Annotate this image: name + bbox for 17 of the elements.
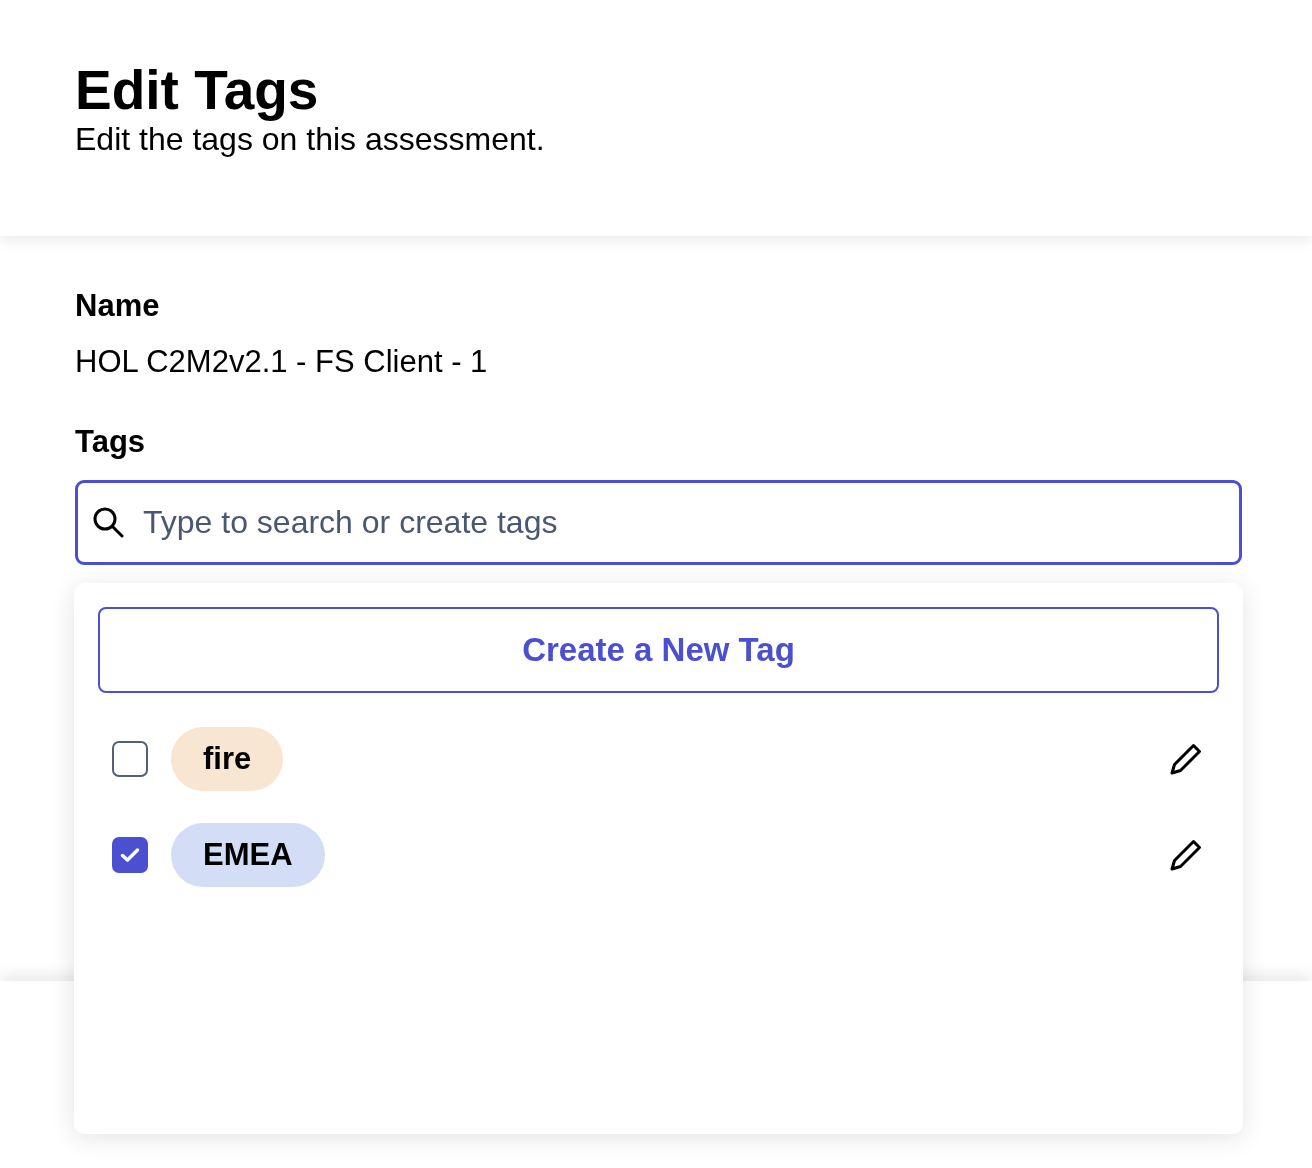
pencil-icon — [1169, 742, 1203, 776]
search-icon — [92, 506, 124, 538]
tag-search-field[interactable]: Type to search or create tags — [75, 480, 1242, 565]
tag-pill: fire — [171, 727, 284, 791]
checkbox[interactable] — [112, 837, 148, 873]
tag-pill: EMEA — [171, 823, 325, 887]
pencil-icon — [1169, 838, 1203, 872]
edit-button[interactable] — [1169, 838, 1203, 872]
page-subtitle: Edit the tags on this assessment. — [75, 121, 545, 158]
page-title: Edit Tags — [75, 60, 319, 120]
create-tag-button[interactable]: Create a New Tag — [98, 607, 1219, 693]
checkbox[interactable] — [112, 741, 148, 777]
field-value: HOL C2M2v2.1 - FS Client - 1 — [75, 344, 488, 380]
tags-label: Tags — [75, 424, 146, 460]
edit-button[interactable] — [1169, 742, 1203, 776]
check-icon — [120, 847, 140, 863]
field-label: Name — [75, 288, 160, 324]
